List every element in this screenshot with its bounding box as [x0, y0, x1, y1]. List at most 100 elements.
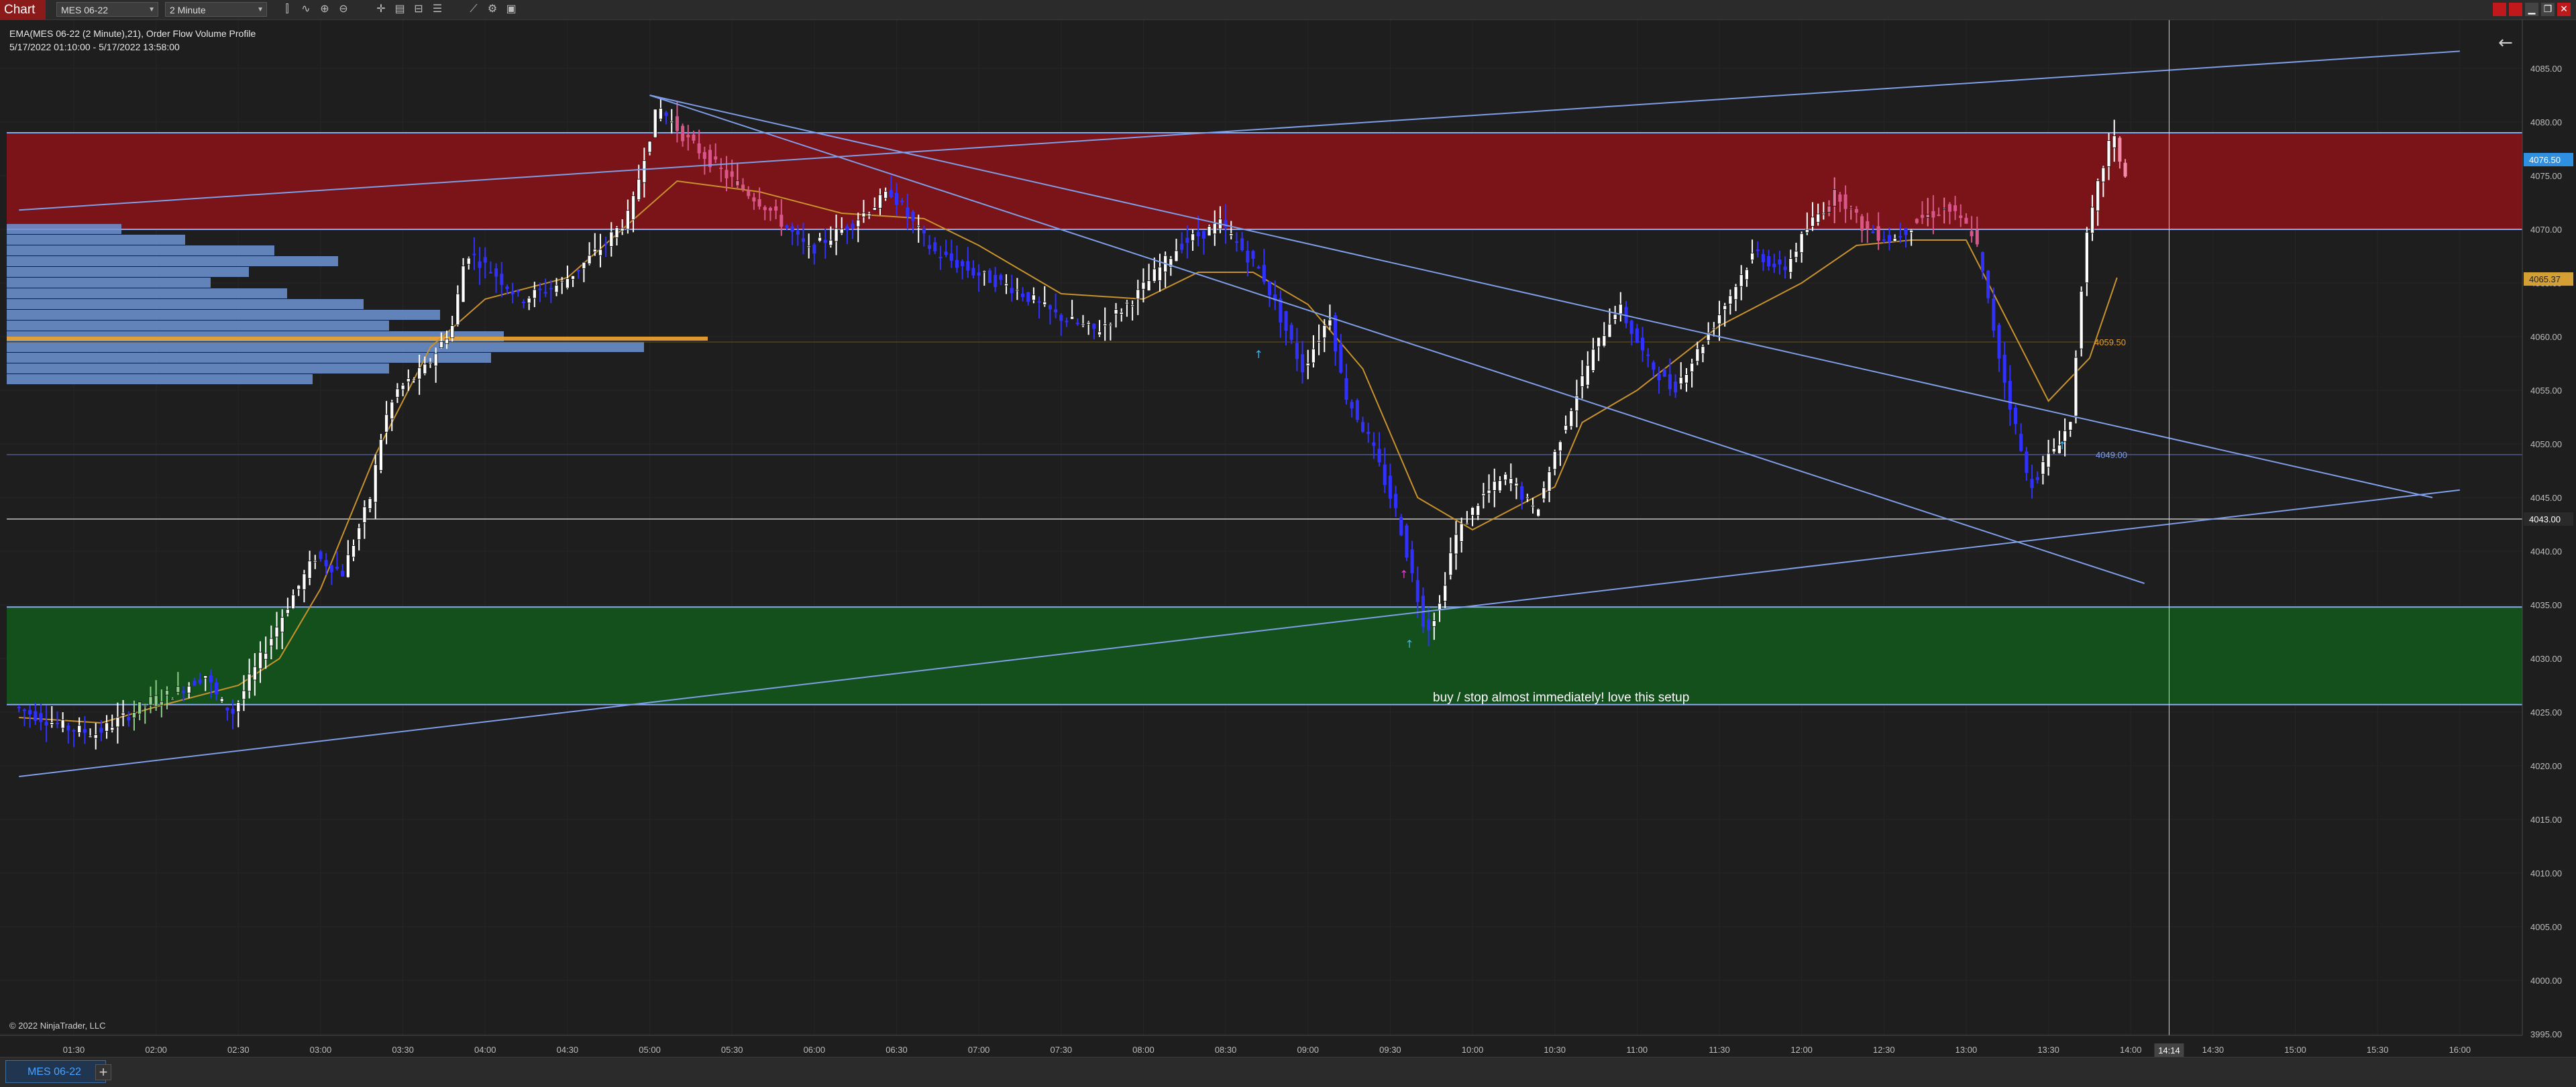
- candle-body: [1355, 400, 1359, 420]
- candle-body: [2025, 451, 2029, 473]
- candle-body: [1196, 231, 1200, 237]
- price-tick-label: 4055.00: [2530, 386, 2562, 396]
- candle-body: [319, 551, 323, 559]
- maximize-icon[interactable]: ❐: [2541, 3, 2555, 16]
- candle-body: [1394, 494, 1398, 508]
- price-tick-label: 4080.00: [2530, 117, 2562, 127]
- candle-body: [883, 190, 888, 199]
- candle-body: [280, 617, 284, 633]
- candle-body: [1075, 323, 1079, 325]
- chart-area[interactable]: ↑ ↑ ↑ ↑ 4059.50 4049.00 ←: [0, 20, 2522, 1035]
- candle-body: [785, 225, 789, 229]
- candle-body: [505, 286, 509, 289]
- candle-body: [1509, 478, 1513, 484]
- candle-body: [2002, 354, 2006, 383]
- candle-body: [1739, 274, 1743, 287]
- candle-body: [730, 171, 734, 177]
- candle-body: [1849, 207, 1854, 210]
- add-tab-button[interactable]: +: [95, 1064, 111, 1080]
- candle-body: [231, 708, 235, 714]
- candle-body: [1372, 442, 1376, 446]
- draw-objects-icon[interactable]: ⊟: [412, 3, 425, 16]
- candle-body: [1454, 534, 1458, 555]
- candle-body: [2118, 137, 2122, 162]
- candle-body: [60, 720, 65, 729]
- candle-body: [165, 689, 169, 695]
- price-tick-label: 4040.00: [2530, 547, 2562, 557]
- candle-body: [1339, 343, 1343, 373]
- date-range-label: 5/17/2022 01:10:00 - 5/17/2022 13:58:00: [9, 42, 180, 52]
- strategy-icon[interactable]: ⟋: [467, 3, 480, 16]
- candle-body: [1284, 310, 1288, 331]
- candle-body: [675, 116, 679, 131]
- candle-body: [1640, 337, 1645, 351]
- chart-annotation[interactable]: buy / stop almost immediately! love this…: [1433, 691, 1689, 705]
- close-icon[interactable]: ✕: [2557, 3, 2571, 16]
- time-tick-label: 02:00: [145, 1045, 167, 1055]
- candle-body: [461, 266, 466, 303]
- candle-body: [236, 702, 241, 712]
- candle-body: [2074, 357, 2078, 416]
- zoom-in-icon[interactable]: ⊕: [318, 3, 331, 16]
- candle-body: [1866, 221, 1870, 229]
- candle-body: [801, 238, 806, 242]
- candle-body: [1070, 316, 1075, 320]
- candle-body: [1470, 507, 1474, 516]
- price-chart[interactable]: ↑ ↑ ↑ ↑ 4059.50 4049.00 ←: [0, 20, 2522, 1035]
- candle-body: [1970, 231, 1974, 237]
- candle-body: [1081, 323, 1085, 326]
- tab-mes[interactable]: MES 06-22: [5, 1060, 106, 1083]
- candle-body: [170, 698, 175, 701]
- volume-profile-bar: [7, 288, 287, 298]
- candle-body: [1975, 229, 1979, 245]
- candle-body: [1443, 585, 1448, 602]
- instrument-selector[interactable]: MES 06-22 ▼: [56, 2, 158, 17]
- candle-body: [478, 261, 482, 268]
- price-tick-label: 4075.00: [2530, 171, 2562, 181]
- candle-body: [1141, 282, 1146, 290]
- candle-body: [1399, 516, 1403, 536]
- price-marker-label: 4059.50: [2094, 337, 2126, 347]
- templates-icon[interactable]: ⚙: [486, 3, 499, 16]
- instrument-link-button[interactable]: [2509, 3, 2522, 16]
- candle-body: [774, 206, 778, 211]
- candle-body: [1492, 481, 1497, 491]
- snapshot-icon[interactable]: ▣: [504, 3, 518, 16]
- indicator-label: EMA(MES 06-22 (2 Minute),21), Order Flow…: [9, 28, 256, 39]
- candle-body: [1821, 213, 1826, 215]
- candle-body: [357, 527, 362, 540]
- link-button[interactable]: [2493, 3, 2506, 16]
- candle-body: [1788, 258, 1793, 273]
- window-title: Chart: [0, 0, 46, 19]
- minimize-icon[interactable]: ▁: [2525, 3, 2538, 16]
- indicators-icon[interactable]: ∿: [299, 3, 313, 16]
- support-zone: [7, 607, 2522, 705]
- crosshair-icon[interactable]: ✛: [374, 3, 388, 16]
- candle-body: [1618, 304, 1623, 314]
- candle-body: [1010, 288, 1014, 294]
- candle-body: [1086, 322, 1091, 325]
- properties-icon[interactable]: ☰: [431, 3, 444, 16]
- candle-body: [1684, 374, 1688, 384]
- time-tick-label: 04:30: [557, 1045, 579, 1055]
- candle-body: [1937, 214, 1941, 216]
- candle-body: [1317, 340, 1322, 343]
- candle-body: [828, 239, 833, 246]
- candle-body: [1986, 270, 1990, 298]
- candle-body: [1092, 323, 1096, 329]
- price-tick-label: 4060.00: [2530, 332, 2562, 342]
- candle-body: [99, 728, 103, 733]
- time-tick-label: 11:00: [1627, 1045, 1648, 1055]
- candle-body: [1750, 252, 1754, 261]
- candle-body: [483, 257, 487, 263]
- zoom-out-icon[interactable]: ⊖: [337, 3, 350, 16]
- interval-selector[interactable]: 2 Minute ▼: [165, 2, 267, 17]
- candle-body: [1180, 243, 1184, 250]
- candle-body: [39, 713, 43, 722]
- candle-body: [1904, 228, 1908, 235]
- sell-signal-arrow: ↑: [1399, 568, 1408, 581]
- data-box-icon[interactable]: ▤: [393, 3, 407, 16]
- candle-body: [378, 439, 383, 471]
- candle-body: [324, 560, 328, 567]
- bar-type-icon[interactable]: ⫿: [280, 3, 294, 16]
